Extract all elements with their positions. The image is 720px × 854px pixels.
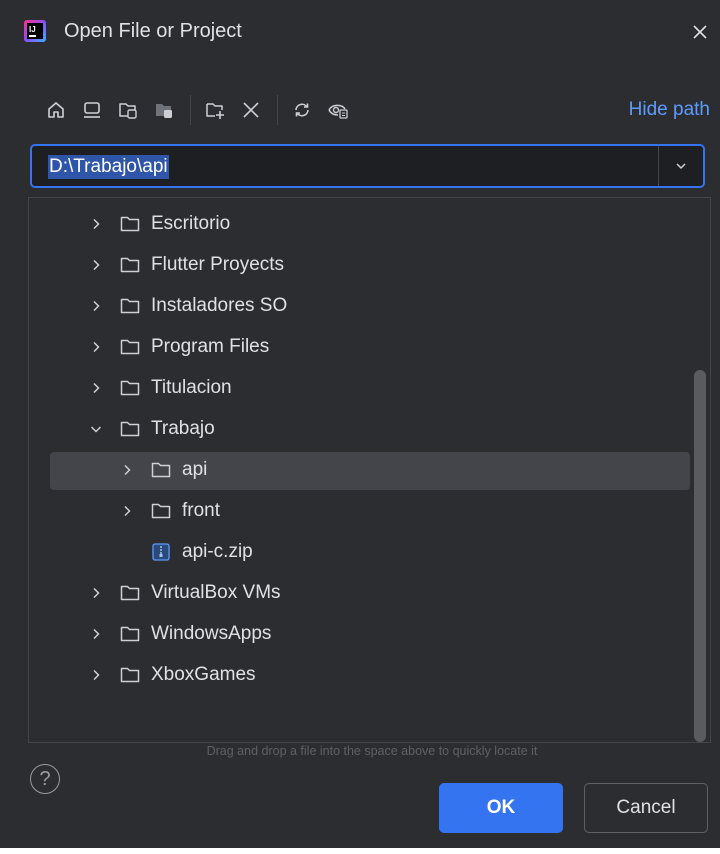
chevron-right-icon[interactable] [120, 504, 134, 518]
module-folder-button[interactable] [148, 94, 180, 126]
folder-icon [119, 336, 141, 358]
open-file-dialog: IJ Open File or Project Hide path D:\Tra… [0, 0, 720, 848]
folder-icon [119, 418, 141, 440]
refresh-button[interactable] [286, 94, 318, 126]
toolbar-separator [190, 95, 191, 125]
tree-item-escritorio[interactable]: Escritorio [29, 206, 694, 242]
tree-item-windowsapps[interactable]: WindowsApps [29, 616, 694, 652]
show-hidden-button[interactable] [322, 94, 354, 126]
selection-highlight [50, 452, 690, 490]
tree-item-flutter-proyects[interactable]: Flutter Proyects [29, 247, 694, 283]
path-dropdown-button[interactable] [659, 146, 703, 186]
path-input[interactable]: D:\Trabajo\api [48, 155, 169, 179]
desktop-button[interactable] [76, 94, 108, 126]
tree-item-instaladores-so[interactable]: Instaladores SO [29, 288, 694, 324]
chevron-right-icon[interactable] [89, 258, 103, 272]
new-folder-button[interactable] [199, 94, 231, 126]
jetbrains-app-icon: IJ [24, 20, 46, 42]
tree-item-label: XboxGames [151, 664, 256, 685]
folder-icon [150, 500, 172, 522]
drag-drop-hint: Drag and drop a file into the space abov… [206, 744, 538, 758]
folder-icon [150, 459, 172, 481]
delete-button[interactable] [235, 94, 267, 126]
project-folder-button[interactable] [112, 94, 144, 126]
path-combobox[interactable]: D:\Trabajo\api [30, 144, 705, 188]
tree-item-label: Program Files [151, 336, 270, 357]
home-button[interactable] [40, 94, 72, 126]
svg-text:IJ: IJ [29, 25, 36, 34]
tree-item-api-c-zip[interactable]: api-c.zip [29, 534, 694, 570]
new-folder-icon [206, 103, 224, 119]
delete-icon [243, 102, 259, 118]
chevron-down-icon [676, 163, 686, 170]
chevron-down-icon[interactable] [89, 422, 103, 436]
file-tree[interactable]: Escritorio Flutter Proyects Instaladores S… [28, 197, 711, 743]
show-hidden-icon [328, 104, 348, 119]
desktop-icon [84, 102, 100, 118]
tree-item-label: api-c.zip [182, 541, 253, 562]
chevron-right-icon[interactable] [120, 463, 134, 477]
folder-icon [119, 664, 141, 686]
folder-icon [119, 295, 141, 317]
tree-item-trabajo[interactable]: Trabajo [29, 411, 694, 447]
folder-icon [119, 254, 141, 276]
folder-icon [119, 213, 141, 235]
file-chooser-toolbar [40, 92, 358, 128]
hide-path-link[interactable]: Hide path [629, 99, 710, 121]
tree-item-label: Flutter Proyects [151, 254, 285, 275]
chevron-right-icon[interactable] [89, 586, 103, 600]
tree-item-api[interactable]: api [29, 452, 694, 490]
close-button[interactable] [686, 18, 714, 46]
toolbar-separator [277, 95, 278, 125]
folder-icon [119, 377, 141, 399]
help-button[interactable]: ? [30, 764, 60, 794]
tree-item-xboxgames[interactable]: XboxGames [29, 657, 694, 693]
tree-item-label: Trabajo [151, 418, 215, 439]
module-folder-icon [156, 104, 172, 118]
tree-item-label: api [182, 459, 208, 480]
archive-file-icon [150, 541, 172, 563]
tree-item-label: front [182, 500, 221, 521]
ok-button[interactable]: OK [439, 783, 563, 833]
chevron-right-icon[interactable] [89, 668, 103, 682]
tree-item-virtualbox-vms[interactable]: VirtualBox VMs [29, 575, 694, 611]
chevron-right-icon[interactable] [89, 299, 103, 313]
tree-item-label: Instaladores SO [151, 295, 288, 316]
title-bar: IJ Open File or Project [0, 0, 720, 64]
tree-item-label: WindowsApps [151, 623, 272, 644]
tree-item-label: Escritorio [151, 213, 231, 234]
project-folder-icon [119, 103, 137, 119]
chevron-right-icon[interactable] [89, 217, 103, 231]
tree-item-front[interactable]: front [29, 493, 694, 529]
chevron-right-icon[interactable] [89, 381, 103, 395]
chevron-right-icon[interactable] [89, 627, 103, 641]
tree-scrollbar[interactable] [694, 370, 706, 742]
tree-item-program-files[interactable]: Program Files [29, 329, 694, 365]
chevron-right-icon[interactable] [89, 340, 103, 354]
folder-icon [119, 623, 141, 645]
cancel-button[interactable]: Cancel [584, 783, 708, 833]
home-icon [48, 102, 64, 118]
tree-item-label: VirtualBox VMs [151, 582, 281, 603]
tree-item-label: Titulacion [151, 377, 232, 398]
close-icon [693, 25, 707, 39]
tree-item-titulacion[interactable]: Titulacion [29, 370, 694, 406]
dialog-title: Open File or Project [64, 20, 242, 42]
refresh-icon [295, 103, 309, 117]
folder-icon [119, 582, 141, 604]
